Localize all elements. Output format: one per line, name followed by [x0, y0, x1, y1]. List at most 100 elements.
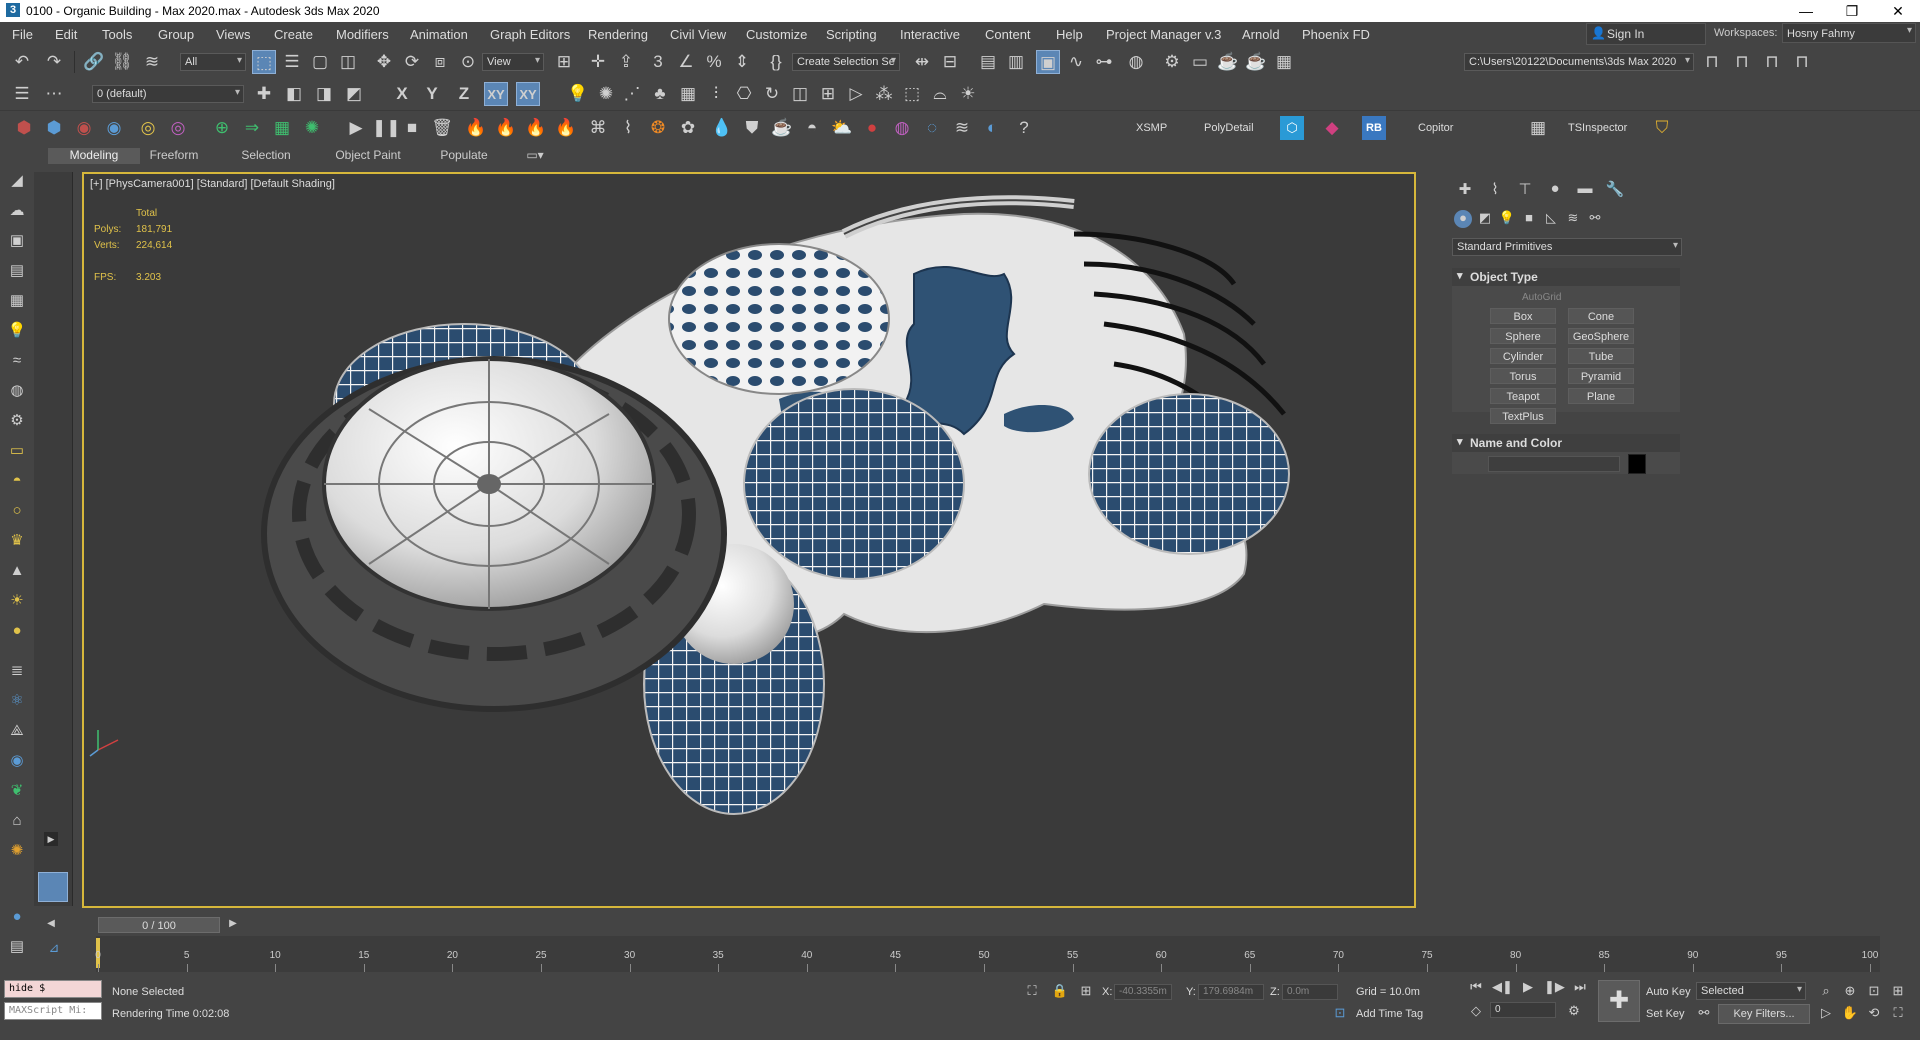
- tab-populate[interactable]: Populate: [432, 148, 496, 164]
- play-animation-icon[interactable]: ▶: [1518, 978, 1538, 996]
- pivot-icon[interactable]: ⊞: [552, 50, 576, 74]
- time-slider-thumb[interactable]: 0 / 100: [98, 917, 220, 933]
- rect-selection-icon[interactable]: ▢: [308, 50, 332, 74]
- shapes-icon[interactable]: ◩: [1476, 210, 1494, 228]
- tab-object-paint[interactable]: Object Paint: [326, 148, 410, 164]
- play-icon[interactable]: ▶: [344, 116, 368, 140]
- snap-3d-icon[interactable]: 3: [646, 50, 670, 74]
- water-drop-icon[interactable]: ◉: [102, 116, 126, 140]
- zoom-extents-icon[interactable]: ⊡: [1864, 982, 1884, 1000]
- maxscript-listener-input[interactable]: hide $: [4, 980, 102, 998]
- table-icon[interactable]: ▦: [6, 290, 28, 312]
- layer-list-icon[interactable]: ☰: [10, 82, 34, 106]
- geosphere-button[interactable]: GeoSphere: [1568, 328, 1634, 344]
- display-tab-icon[interactable]: ▬: [1574, 180, 1596, 200]
- pan-icon[interactable]: ✋: [1840, 1004, 1860, 1022]
- axis-x-button[interactable]: X: [390, 82, 414, 106]
- object-name-field[interactable]: [1488, 456, 1620, 472]
- menu-phoenix-fd[interactable]: Phoenix FD: [1302, 27, 1370, 42]
- sync-icon[interactable]: ↻: [760, 82, 784, 106]
- viewport-layout-icon[interactable]: [38, 872, 68, 902]
- cloth-icon[interactable]: ≣: [6, 660, 28, 682]
- ocean-mesher-icon[interactable]: ≋: [950, 116, 974, 140]
- menu-help[interactable]: Help: [1056, 27, 1083, 42]
- trash-icon[interactable]: 🗑: [430, 116, 454, 140]
- select-tool-icon[interactable]: ◢: [6, 170, 28, 192]
- fire-circle-icon[interactable]: ◉: [72, 116, 96, 140]
- maximize-viewport-icon[interactable]: ⛶: [1888, 1004, 1908, 1022]
- dome-shape-icon[interactable]: ◓: [6, 470, 28, 492]
- workspace-select[interactable]: Hosny Fahmy: [1782, 23, 1916, 43]
- menu-tools[interactable]: Tools: [102, 27, 132, 42]
- sphere-button[interactable]: Sphere: [1490, 328, 1556, 344]
- rb-button[interactable]: RB: [1362, 116, 1386, 140]
- fire-liquid-icon[interactable]: 🔥: [524, 116, 548, 140]
- project-tool-3-icon[interactable]: ⊓: [1760, 50, 1784, 74]
- percent-snap-icon[interactable]: %: [702, 50, 726, 74]
- x-coordinate-field[interactable]: -40.3355m: [1114, 984, 1172, 1000]
- cylinder-button[interactable]: Cylinder: [1490, 348, 1556, 364]
- teapot-button[interactable]: Teapot: [1490, 388, 1556, 404]
- move-icon[interactable]: ✥: [372, 50, 396, 74]
- go-to-end-icon[interactable]: ⏭: [1570, 978, 1590, 996]
- fire-grid-icon[interactable]: 🔥: [494, 116, 518, 140]
- z-coordinate-field[interactable]: 0.0m: [1282, 984, 1338, 1000]
- zoom-extents-all-icon[interactable]: ⊞: [1888, 982, 1908, 1000]
- key-mode-select[interactable]: Selected: [1696, 982, 1806, 1000]
- liquid-tool-2-icon[interactable]: ☕: [770, 116, 794, 140]
- time-config-icon[interactable]: ⚙: [1564, 1002, 1584, 1020]
- project-folder-select[interactable]: C:\Users\20122\Documents\3ds Max 2020: [1464, 53, 1694, 71]
- named-selection-set[interactable]: Create Selection Se: [792, 53, 900, 71]
- cone-button[interactable]: Cone: [1568, 308, 1634, 324]
- create-tab-icon[interactable]: ✚: [1454, 180, 1476, 200]
- close-button[interactable]: ✕: [1876, 0, 1920, 22]
- create-layer-icon[interactable]: ✚: [252, 82, 276, 106]
- set-keys-icon[interactable]: ✚: [1598, 980, 1640, 1022]
- geometry-icon[interactable]: ●: [1454, 210, 1472, 228]
- liquid-tool-6-icon[interactable]: ◍: [890, 116, 914, 140]
- menu-project-manager[interactable]: Project Manager v.3: [1106, 27, 1221, 42]
- render-region-icon[interactable]: ⎔: [732, 82, 756, 106]
- fire-sim-icon[interactable]: 🔥: [554, 116, 578, 140]
- bind-spacewarp-icon[interactable]: ≋: [140, 50, 164, 74]
- spinner-snap-icon[interactable]: ⇕: [730, 50, 754, 74]
- render-activeshade-icon[interactable]: ▦: [1272, 50, 1296, 74]
- current-frame-field[interactable]: 0: [1490, 1002, 1556, 1018]
- lights-icon[interactable]: 💡: [566, 82, 590, 106]
- crown-shape-icon[interactable]: ♛: [6, 530, 28, 552]
- go-to-start-icon[interactable]: ⏮: [1466, 978, 1486, 996]
- phoenix-tool-1-icon[interactable]: ⌘: [586, 116, 610, 140]
- render-setup-icon[interactable]: ⚙: [1160, 50, 1184, 74]
- motion-tab-icon[interactable]: ●: [1544, 180, 1566, 200]
- phoenix-tool-3-icon[interactable]: ❂: [646, 116, 670, 140]
- layer-explorer-icon[interactable]: ▥: [1004, 50, 1028, 74]
- liquid-source-icon[interactable]: 💧: [710, 116, 734, 140]
- tab-freeform[interactable]: Freeform: [140, 148, 208, 164]
- expand-icon[interactable]: ▶: [44, 832, 58, 846]
- shield-plugin-icon[interactable]: ⛉: [1650, 116, 1674, 140]
- menu-edit[interactable]: Edit: [55, 27, 77, 42]
- spacing-tool-icon[interactable]: ⋰: [620, 82, 644, 106]
- hf-icon[interactable]: ⌂: [6, 810, 28, 832]
- systems-icon[interactable]: ⚯: [1586, 210, 1604, 228]
- circle-shape-icon[interactable]: ○: [6, 500, 28, 522]
- key-filters-button[interactable]: Key Filters...: [1718, 1004, 1810, 1024]
- slider-prev-icon[interactable]: ◀: [44, 918, 58, 932]
- field-of-view-icon[interactable]: ▷: [1816, 1004, 1836, 1022]
- link-icon[interactable]: 🔗: [82, 50, 106, 74]
- globe-icon[interactable]: ◉: [6, 750, 28, 772]
- textplus-button[interactable]: TextPlus: [1490, 408, 1556, 424]
- zoom-all-icon[interactable]: ⊕: [1840, 982, 1860, 1000]
- ribbon-options-icon[interactable]: ▭▾: [520, 148, 550, 164]
- axis-y-button[interactable]: Y: [420, 82, 444, 106]
- scene-explorer-icon[interactable]: ▤: [976, 50, 1000, 74]
- track-bar[interactable]: 0 5 10 15 20 25 30 35 40 45 50 55 60 65 70 75 80 85 90 95 10…: [95, 936, 1880, 972]
- place-icon[interactable]: ⊙: [456, 50, 480, 74]
- sphere-blue-icon[interactable]: ●: [6, 906, 28, 928]
- plant-icon[interactable]: ❦: [6, 780, 28, 802]
- selection-filter[interactable]: All: [180, 53, 246, 71]
- rotate-icon[interactable]: ⟳: [400, 50, 424, 74]
- frame-icon[interactable]: ⬚: [900, 82, 924, 106]
- minimize-button[interactable]: —: [1784, 0, 1828, 22]
- lights-sub-icon[interactable]: 💡: [1498, 210, 1516, 228]
